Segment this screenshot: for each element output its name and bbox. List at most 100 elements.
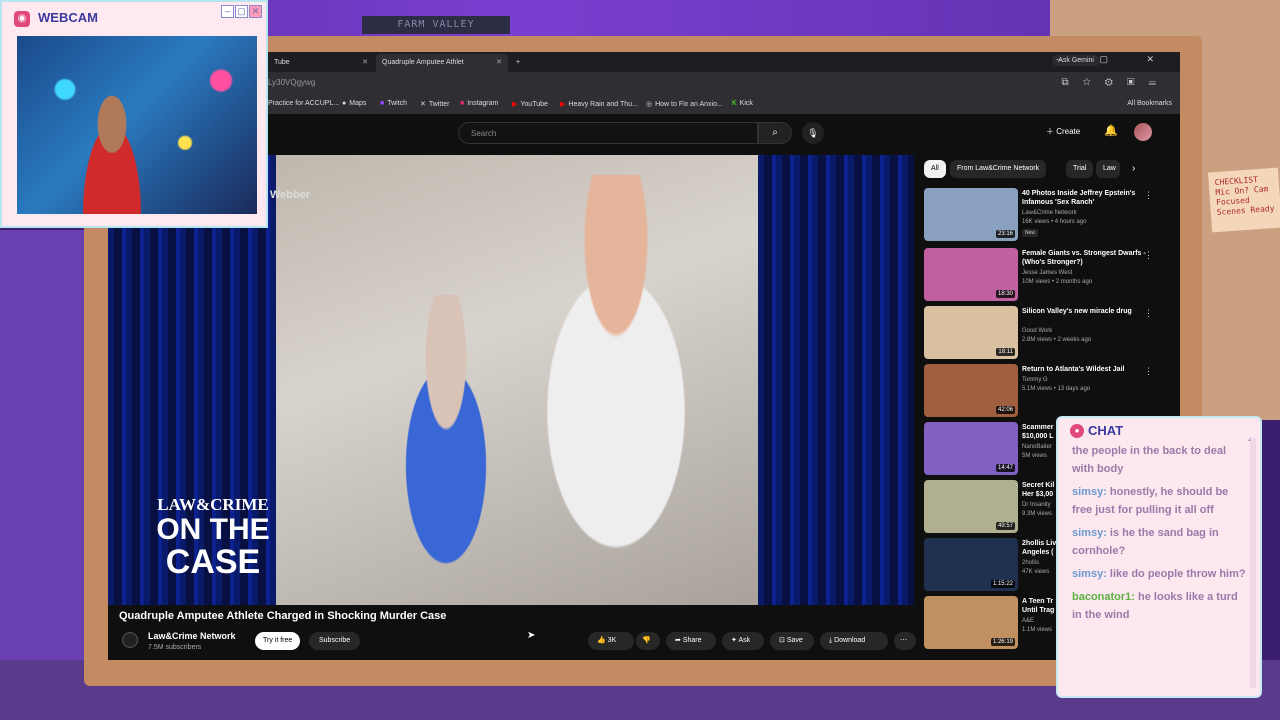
tab-youtube[interactable]: Tube ✕ bbox=[268, 54, 374, 72]
download-button[interactable]: ⤓ Download bbox=[820, 632, 888, 650]
duration-badge: 18:30 bbox=[995, 290, 1015, 298]
more-vert-icon[interactable]: ⋮ bbox=[1144, 250, 1153, 261]
bookmark-item[interactable]: ■ Twitch bbox=[380, 100, 407, 107]
video-thumbnail[interactable]: 18:11 bbox=[924, 306, 1018, 359]
rec-channel: Good Work bbox=[1022, 328, 1053, 334]
recommendation-item[interactable]: 18:11 Silicon Valley's new miracle drug … bbox=[924, 306, 1174, 360]
bookmark-item[interactable]: K Kick bbox=[732, 100, 753, 107]
try-free-button[interactable]: Try it free bbox=[255, 632, 301, 650]
video-thumbnail[interactable]: 14:47 bbox=[924, 422, 1018, 475]
video-thumbnail[interactable]: 1:15:22 bbox=[924, 538, 1018, 591]
chat-message: simsy: like do people throw him? bbox=[1072, 565, 1248, 583]
window-controls[interactable]: – ▢ ✕ bbox=[1056, 54, 1172, 65]
rec-title: Secret Kil Her $3,00 bbox=[1022, 482, 1055, 498]
new-tab-button[interactable]: + bbox=[510, 54, 526, 72]
webcam-feed bbox=[17, 36, 257, 214]
avatar[interactable] bbox=[1134, 123, 1152, 141]
search-icon[interactable]: ⌕ bbox=[758, 122, 792, 144]
channel-avatar[interactable] bbox=[122, 632, 138, 648]
recommendation-item[interactable]: 42:06 Return to Atlanta's Wildest Jail T… bbox=[924, 364, 1174, 418]
video-thumbnail[interactable]: 49:57 bbox=[924, 480, 1018, 533]
bookmark-label: YouTube bbox=[520, 101, 548, 108]
maximize-icon[interactable]: ▢ bbox=[235, 5, 248, 18]
video-thumbnail[interactable]: 42:06 bbox=[924, 364, 1018, 417]
bookmark-item[interactable]: ■ Instagram bbox=[460, 100, 498, 107]
close-icon[interactable]: ✕ bbox=[362, 54, 368, 72]
tab-active-video[interactable]: Quadruple Amputee Athlet ✕ bbox=[376, 54, 508, 72]
toolbar-icons[interactable]: ⧉☆⚙▣☰ bbox=[1062, 77, 1171, 88]
bookmark-item[interactable]: ✕ Twitter bbox=[420, 100, 450, 108]
tab-label: Quadruple Amputee Athlet bbox=[382, 59, 464, 66]
bell-icon[interactable]: 🔔 bbox=[1104, 124, 1118, 137]
address-bar[interactable]: Ly30VQgywg ⧉☆⚙▣☰ bbox=[108, 72, 1180, 96]
video-thumbnail[interactable]: 1:26:19 bbox=[924, 596, 1018, 649]
chip-all[interactable]: All bbox=[924, 160, 946, 178]
bookmarks-bar: Practice for ACCUPL... ● Maps ■ Twitch ✕ Tw… bbox=[108, 96, 1180, 114]
rec-title: 2hollis Liv Angeles ( bbox=[1022, 540, 1057, 556]
minimize-icon[interactable]: – bbox=[221, 5, 234, 18]
chip-channel[interactable]: From Law&Crime Network bbox=[950, 160, 1047, 178]
recommendation-item[interactable]: 23:16 40 Photos Inside Jeffrey Epstein's… bbox=[924, 188, 1174, 242]
more-button[interactable]: ⋯ bbox=[894, 632, 916, 650]
checklist-note: CHECKLIST Mic On? Cam Focused Scenes Rea… bbox=[1207, 167, 1280, 233]
search-input[interactable]: Search bbox=[458, 122, 758, 144]
all-bookmarks[interactable]: All Bookmarks bbox=[1127, 100, 1172, 107]
bookmark-label: Instagram bbox=[467, 100, 499, 107]
chat-username: simsy: bbox=[1072, 486, 1107, 498]
subscribe-button[interactable]: Subscribe bbox=[309, 632, 361, 650]
map-pin-icon: ● bbox=[342, 100, 347, 107]
bookmark-item[interactable]: ▶ Heavy Rain and Thu... bbox=[560, 100, 638, 108]
webcam-window[interactable]: ◉ WEBCAM – ▢ ✕ bbox=[0, 0, 268, 228]
close-icon[interactable]: ✕ bbox=[249, 5, 262, 18]
close-icon[interactable]: ✕ bbox=[496, 54, 502, 72]
save-button[interactable]: ⊡ Save bbox=[770, 632, 814, 650]
url-text: Ly30VQgywg bbox=[268, 78, 316, 87]
like-count: 3K bbox=[607, 637, 617, 644]
streamer-figure bbox=[67, 76, 157, 214]
rec-channel: Dr Insanity bbox=[1022, 502, 1051, 508]
thumbs-down-icon: 👎 bbox=[642, 637, 651, 644]
video-thumbnail[interactable]: 18:30 bbox=[924, 248, 1018, 301]
more-vert-icon[interactable]: ⋮ bbox=[1144, 366, 1153, 377]
rec-meta: 2.8M views • 2 weeks ago bbox=[1022, 337, 1092, 343]
mouse-cursor-icon: ➤ bbox=[527, 630, 536, 641]
share-button[interactable]: ➦ Share bbox=[666, 632, 716, 650]
thumbs-up-icon: 👍 bbox=[597, 637, 606, 644]
microphone-icon[interactable]: 🎙 bbox=[802, 122, 824, 144]
youtube-icon: ▶ bbox=[560, 101, 566, 108]
more-vert-icon[interactable]: ⋮ bbox=[1144, 190, 1153, 201]
rec-meta: 16K views • 4 hours ago bbox=[1022, 219, 1087, 225]
bookmark-item[interactable]: ● Maps bbox=[342, 100, 366, 107]
brand-logo-mid: ON THE bbox=[156, 513, 270, 546]
share-label: Share bbox=[682, 637, 702, 644]
chip-trial[interactable]: Trial bbox=[1066, 160, 1094, 178]
dislike-button[interactable]: 👎 bbox=[636, 632, 660, 650]
more-vert-icon[interactable]: ⋮ bbox=[1144, 308, 1153, 319]
chat-text: the people in the back to deal with body bbox=[1072, 445, 1227, 475]
bookmark-label: Maps bbox=[349, 100, 367, 107]
ask-button[interactable]: ✦ Ask bbox=[722, 632, 764, 650]
create-button[interactable]: ＋ Create bbox=[1046, 126, 1080, 137]
chat-window[interactable]: ● CHAT ▲ the people in the back to deal … bbox=[1056, 416, 1262, 698]
channel-name[interactable]: Law&Crime Network bbox=[148, 631, 236, 641]
duration-badge: 1:15:22 bbox=[990, 580, 1015, 588]
bookmark-item[interactable]: Practice for ACCUPL... bbox=[268, 100, 339, 107]
like-button[interactable]: 👍 3K bbox=[588, 632, 634, 650]
chat-username: simsy: bbox=[1072, 527, 1107, 539]
kick-icon: K bbox=[732, 100, 737, 107]
bookmark-item[interactable]: ◎ How to Fix an Anxio... bbox=[646, 100, 723, 108]
chat-message: simsy: honestly, he should be free just … bbox=[1072, 483, 1248, 519]
rec-title: 40 Photos Inside Jeffrey Epstein's Infam… bbox=[1022, 190, 1136, 206]
chevron-right-icon[interactable]: › bbox=[1132, 163, 1135, 174]
bookmark-item[interactable]: ▶ YouTube bbox=[512, 100, 548, 108]
recommendation-item[interactable]: 18:30 Female Giants vs. Strongest Dwarfs… bbox=[924, 248, 1174, 302]
chat-username: simsy: bbox=[1072, 568, 1107, 580]
duration-badge: 49:57 bbox=[995, 522, 1015, 530]
chip-law[interactable]: Law bbox=[1096, 160, 1120, 178]
chat-text: like do people throw him? bbox=[1109, 568, 1246, 580]
save-label: Save bbox=[786, 637, 803, 644]
chat-scrollbar[interactable] bbox=[1250, 438, 1256, 688]
video-thumbnail[interactable]: 23:16 bbox=[924, 188, 1018, 241]
rec-meta: 5M views bbox=[1022, 453, 1048, 459]
bookmark-label: How to Fix an Anxio... bbox=[655, 101, 723, 108]
